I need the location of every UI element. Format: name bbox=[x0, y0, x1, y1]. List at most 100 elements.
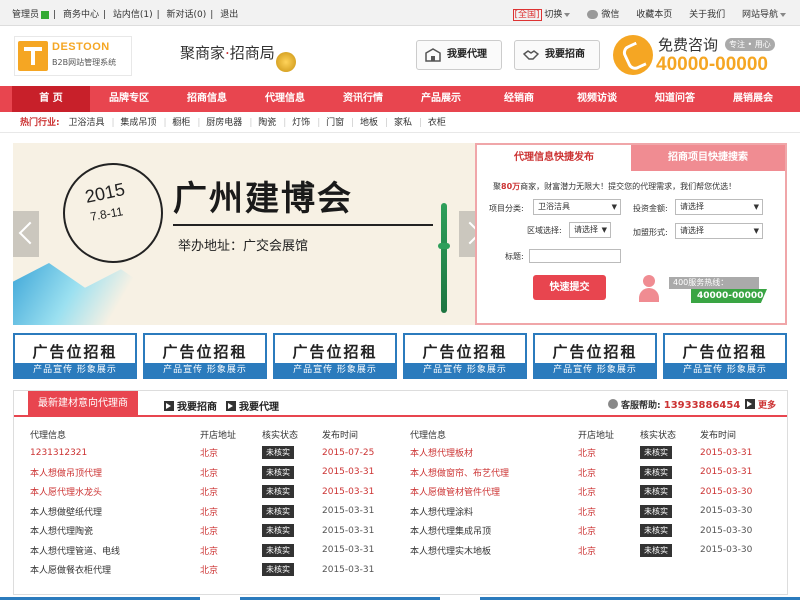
join-select[interactable]: 请选择 bbox=[675, 223, 763, 239]
nav-home[interactable]: 首 页 bbox=[12, 86, 90, 112]
inbox-link[interactable]: 站内信(1) bbox=[113, 10, 153, 20]
title-label: 标题: bbox=[505, 252, 524, 261]
publish-date: 2015-03-31 bbox=[322, 525, 375, 536]
hot-industry-link[interactable]: 门窗 bbox=[326, 118, 344, 128]
hot-industry-link[interactable]: 厨房电器 bbox=[206, 118, 242, 128]
ad-slot[interactable]: 广告位招租 产品宣传 形象展示 bbox=[663, 333, 787, 379]
ad-slot[interactable]: 广告位招租 产品宣传 形象展示 bbox=[403, 333, 527, 379]
table-row[interactable]: 本人想做壁纸代理 北京 未核实 2015-03-31 bbox=[30, 502, 400, 522]
table-row[interactable]: 本人想做吊顶代理 北京 未核实 2015-03-31 bbox=[30, 463, 400, 483]
logo-name: DESTOON bbox=[52, 41, 110, 53]
ad-slot[interactable]: 广告位招租 产品宣传 形象展示 bbox=[13, 333, 137, 379]
table-row[interactable]: 本人愿做管材管件代理 北京 未核实 2015-03-30 bbox=[410, 482, 778, 502]
ad-slot[interactable]: 广告位招租 产品宣传 形象展示 bbox=[143, 333, 267, 379]
ad-slot[interactable]: 广告位招租 产品宣传 形象展示 bbox=[533, 333, 657, 379]
ad-slot[interactable]: 广告位招租 产品宣传 形象展示 bbox=[273, 333, 397, 379]
coins-icon bbox=[276, 52, 296, 72]
agent-name[interactable]: 本人想代理涂料 bbox=[410, 502, 578, 522]
business-center-link[interactable]: 商务中心 bbox=[63, 10, 99, 20]
table-row[interactable]: 本人想代理管道、电线 北京 未核实 2015-03-31 bbox=[30, 541, 400, 561]
table-header-row: 代理信息 开店地址 核实状态 发布时间 bbox=[410, 425, 778, 443]
title-input[interactable] bbox=[529, 249, 621, 263]
col-date: 发布时间 bbox=[322, 430, 359, 441]
site-nav-link[interactable]: 网站导航 bbox=[742, 10, 786, 20]
invest-label: 投资金额: bbox=[633, 204, 668, 213]
agent-name[interactable]: 1231312321 bbox=[30, 443, 200, 463]
invest-select[interactable]: 请选择 bbox=[675, 199, 763, 215]
agent-name[interactable]: 本人想做吊顶代理 bbox=[30, 463, 200, 483]
status-badge: 未核实 bbox=[262, 543, 294, 557]
nav-dealers[interactable]: 经销商 bbox=[480, 86, 558, 112]
nav-agency[interactable]: 代理信息 bbox=[246, 86, 324, 112]
agent-name[interactable]: 本人想代理实木地板 bbox=[410, 541, 578, 561]
nav-video[interactable]: 视频访谈 bbox=[558, 86, 636, 112]
table-row[interactable]: 本人想代理涂料 北京 未核实 2015-03-30 bbox=[410, 502, 778, 522]
agent-name[interactable]: 本人想代理管道、电线 bbox=[30, 541, 200, 561]
hot-industry-link[interactable]: 家私 bbox=[394, 118, 412, 128]
table-row[interactable]: 本人想做窗帘、布艺代理 北京 未核实 2015-03-31 bbox=[410, 463, 778, 483]
region-switch[interactable]: [全国] 切换 bbox=[512, 9, 571, 21]
admin-link[interactable]: 管理员 bbox=[12, 10, 39, 20]
recruit-merchants-label: 我要招商 bbox=[545, 49, 585, 60]
user-links: 管理员 | 商务中心 | 站内信(1) | 新对话(0) | 退出 bbox=[12, 10, 239, 20]
col-agent-info: 代理信息 bbox=[30, 430, 67, 441]
status-badge: 未核实 bbox=[262, 504, 294, 518]
tab-quick-search[interactable]: 招商项目快捷搜索 bbox=[631, 145, 785, 171]
region-select[interactable]: 请选择 bbox=[569, 222, 611, 238]
wechat-link[interactable]: 微信 bbox=[587, 10, 619, 20]
arrow-right-icon bbox=[745, 399, 755, 409]
col-status: 核实状态 bbox=[262, 430, 299, 441]
hot-industry-link[interactable]: 陶瓷 bbox=[258, 118, 276, 128]
nav-investment[interactable]: 招商信息 bbox=[168, 86, 246, 112]
tab-quick-publish[interactable]: 代理信息快捷发布 bbox=[477, 145, 631, 171]
consult-tag: 专注 • 用心 bbox=[725, 38, 775, 51]
more-link[interactable]: 更多 bbox=[745, 398, 776, 411]
nav-qa[interactable]: 知道问答 bbox=[636, 86, 714, 112]
recruit-merchants-button[interactable]: 我要招商 bbox=[514, 40, 600, 70]
table-row[interactable]: 1231312321 北京 未核实 2015-07-25 bbox=[30, 443, 400, 463]
hot-industries-label: 热门行业: bbox=[20, 118, 60, 128]
table-row[interactable]: 本人想代理实木地板 北京 未核实 2015-03-30 bbox=[410, 541, 778, 561]
ad-subtitle: 产品宣传 形象展示 bbox=[275, 363, 395, 377]
hot-industry-link[interactable]: 橱柜 bbox=[172, 118, 190, 128]
intro-highlight: 80万 bbox=[501, 182, 521, 191]
site-logo[interactable]: DESTOON B2B网站管理系统 bbox=[14, 36, 132, 76]
category-select[interactable]: 卫浴洁具 bbox=[533, 199, 621, 215]
agent-name[interactable]: 本人愿代理水龙头 bbox=[30, 482, 200, 502]
hot-industry-link[interactable]: 灯饰 bbox=[292, 118, 310, 128]
ad-title: 广告位招租 bbox=[552, 343, 638, 361]
hero-banner[interactable]: 2015 7.8-11 广州建博会 举办地址：广交会展馆 bbox=[13, 143, 485, 325]
agent-link[interactable]: 我要代理 bbox=[226, 398, 279, 413]
ad-subtitle: 产品宣传 形象展示 bbox=[665, 363, 785, 377]
status-badge: 未核实 bbox=[640, 524, 672, 538]
nav-news[interactable]: 资讯行情 bbox=[324, 86, 402, 112]
hot-industry-link[interactable]: 地板 bbox=[360, 118, 378, 128]
agent-name[interactable]: 本人愿做管材管件代理 bbox=[410, 482, 578, 502]
table-row[interactable]: 本人愿代理水龙头 北京 未核实 2015-03-31 bbox=[30, 482, 400, 502]
table-row[interactable]: 本人想代理板材 北京 未核实 2015-03-31 bbox=[410, 443, 778, 463]
nav-products[interactable]: 产品展示 bbox=[402, 86, 480, 112]
agent-name[interactable]: 本人想代理陶瓷 bbox=[30, 521, 200, 541]
banner-prev-button[interactable] bbox=[13, 211, 39, 257]
hot-industry-link[interactable]: 衣柜 bbox=[428, 118, 446, 128]
nav-brands[interactable]: 品牌专区 bbox=[90, 86, 168, 112]
agent-name[interactable]: 本人想做壁纸代理 bbox=[30, 502, 200, 522]
agent-name[interactable]: 本人想代理板材 bbox=[410, 443, 578, 463]
recruit-link[interactable]: 我要招商 bbox=[164, 398, 217, 413]
table-row[interactable]: 本人想代理陶瓷 北京 未核实 2015-03-31 bbox=[30, 521, 400, 541]
agent-name[interactable]: 本人想代理集成吊顶 bbox=[410, 521, 578, 541]
table-row[interactable]: 本人愿做餐衣柜代理 北京 未核实 2015-03-31 bbox=[30, 560, 400, 580]
agent-name[interactable]: 本人愿做餐衣柜代理 bbox=[30, 560, 200, 580]
nav-exhibitions[interactable]: 展销展会 bbox=[714, 86, 792, 112]
hot-industry-link[interactable]: 卫浴洁具 bbox=[68, 118, 104, 128]
agent-name[interactable]: 本人想做窗帘、布艺代理 bbox=[410, 463, 578, 483]
new-chat-link[interactable]: 新对话(0) bbox=[167, 10, 207, 20]
more-label: 更多 bbox=[758, 401, 777, 411]
quick-submit-button[interactable]: 快速提交 bbox=[533, 275, 606, 300]
become-agent-button[interactable]: 我要代理 bbox=[416, 40, 502, 70]
table-row[interactable]: 本人想代理集成吊顶 北京 未核实 2015-03-30 bbox=[410, 521, 778, 541]
favorite-link[interactable]: 收藏本页 bbox=[636, 10, 672, 20]
hot-industry-link[interactable]: 集成吊顶 bbox=[120, 118, 156, 128]
about-link[interactable]: 关于我们 bbox=[689, 10, 725, 20]
logout-link[interactable]: 退出 bbox=[220, 10, 238, 20]
